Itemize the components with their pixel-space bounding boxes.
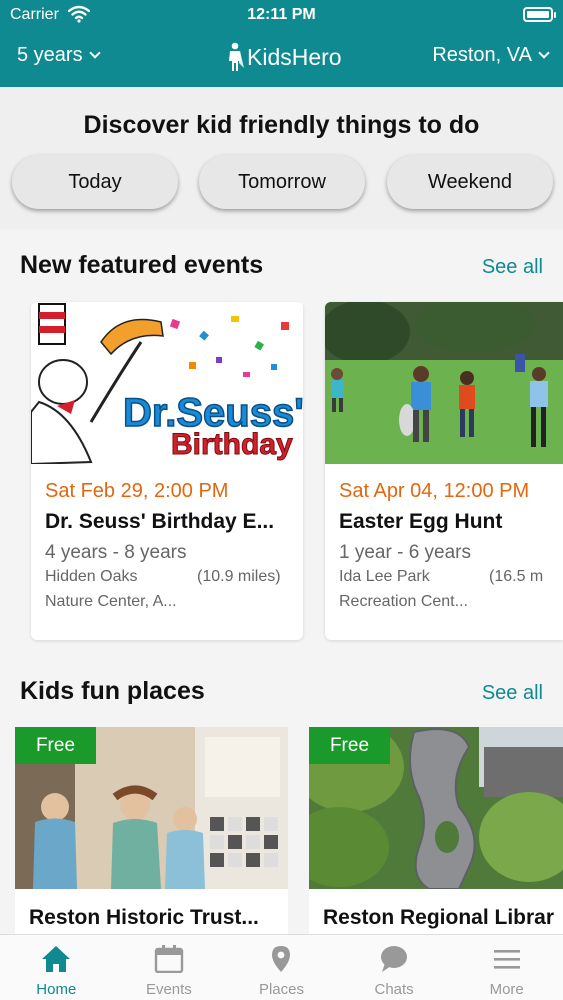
tab-label: Home [36,981,77,998]
age-from: 1 year [339,542,392,563]
image-caption-2: Birthday [171,428,293,461]
place-title: Reston Regional Librar [323,906,555,929]
chevron-down-icon [538,47,550,59]
event-place-detail: Nature Center, A... [45,593,177,610]
tab-label: Places [258,981,304,998]
event-date: Sat Feb 29, 2:00 PM [45,480,229,502]
free-badge: Free [15,727,96,764]
battery-icon [523,7,556,22]
hero-figure-icon [229,42,244,71]
discover-title: Discover kid friendly things to do [83,111,480,139]
tab-label: Events [145,981,192,998]
places-see-all-link[interactable]: See all [482,682,543,705]
event-ages: 1 year - 6 years [339,542,472,563]
event-place: Ida Lee Park [339,568,430,585]
bottom-tab-bar: Home Events Places Chats More [0,934,563,1000]
tab-label: Chats [374,981,414,998]
featured-see-all-link[interactable]: See all [482,256,543,279]
place-title: Reston Historic Trust... [29,906,259,929]
map-pin-icon [272,946,291,972]
age-to: 8 years [124,542,187,563]
age-from: 4 years [45,542,108,563]
event-distance: (16.5 m [489,568,544,585]
logo-text: KidsHero [247,43,342,70]
event-image: Dr.Seuss' Birthday [31,302,303,464]
tab-chats[interactable]: Chats [338,935,451,1000]
free-badge: Free [309,727,390,764]
event-card[interactable]: Sat Apr 04, 12:00 PM Easter Egg Hunt 1 y… [325,302,563,640]
tab-places[interactable]: Places [225,935,338,1000]
fun-places-title: Kids fun places [20,677,205,705]
chevron-down-icon [88,47,101,59]
event-place: Hidden Oaks [45,568,138,585]
location-value: Reston, VA [432,44,532,66]
status-time: 12:11 PM [247,6,316,23]
featured-events-title: New featured events [20,251,264,279]
menu-icon [493,950,520,969]
event-image [325,302,563,464]
chat-bubble-icon [381,946,408,972]
today-button[interactable]: Today [12,155,178,209]
app-header: Carrier 12:11 PM 5 years KidsHero Reston… [0,0,563,87]
age-filter-value: 5 years [17,44,83,66]
app-logo: KidsHero [225,42,342,72]
event-card[interactable]: Dr.Seuss' Birthday Sat Feb 29, 2:00 PM D… [31,302,303,640]
event-ages: 4 years - 8 years [45,542,187,563]
home-icon [42,946,71,972]
status-bar: Carrier 12:11 PM [0,0,563,30]
discover-section: Discover kid friendly things to do Today… [0,87,563,229]
tab-label: More [489,981,524,998]
age-to: 6 years [408,542,472,563]
event-title: Easter Egg Hunt [339,510,503,533]
tab-home[interactable]: Home [0,935,113,1000]
age-filter-dropdown[interactable]: 5 years [17,44,101,67]
place-card[interactable]: Free Reston Historic Trust... [15,727,288,934]
tab-events[interactable]: Events [113,935,226,1000]
tomorrow-button[interactable]: Tomorrow [199,155,365,209]
event-date: Sat Apr 04, 12:00 PM [339,480,530,502]
event-place-detail: Recreation Cent... [339,593,468,610]
calendar-icon [154,945,184,973]
weekend-button[interactable]: Weekend [387,155,553,209]
place-card[interactable]: Free Reston Regional Librar [309,727,563,934]
location-dropdown[interactable]: Reston, VA [432,44,550,67]
event-title: Dr. Seuss' Birthday E... [45,510,275,533]
tab-more[interactable]: More [450,935,563,1000]
event-distance: (10.9 miles) [197,568,281,585]
